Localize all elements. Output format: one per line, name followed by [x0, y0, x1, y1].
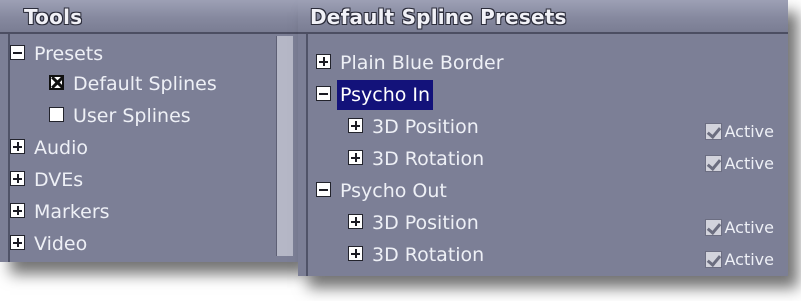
- expand-icon[interactable]: [10, 234, 25, 250]
- tree-item-markers[interactable]: Markers: [10, 196, 110, 226]
- active-label: Active: [724, 153, 775, 173]
- preset-item-3d-position[interactable]: 3D Position: [348, 207, 479, 237]
- checkmark-icon[interactable]: [704, 251, 722, 268]
- active-toggle[interactable]: Active: [704, 150, 775, 176]
- tree-guide-line: [306, 34, 308, 276]
- tree-item-label: User Splines: [73, 104, 191, 127]
- expand-icon[interactable]: [348, 117, 363, 133]
- collapse-icon[interactable]: [10, 44, 25, 60]
- tree-item-label: Markers: [34, 200, 110, 223]
- tree-item-label: Default Splines: [73, 72, 217, 95]
- tree-item-audio[interactable]: Audio: [10, 132, 88, 162]
- active-toggle[interactable]: Active: [704, 246, 775, 272]
- expand-icon[interactable]: [316, 53, 331, 69]
- checkmark-icon[interactable]: [704, 155, 722, 172]
- tools-panel: Tools Presets Default Splines User Splin…: [0, 0, 298, 262]
- preset-item-plain-blue-border[interactable]: Plain Blue Border: [316, 47, 504, 77]
- preset-item-label: Psycho In: [337, 79, 434, 110]
- preset-item-3d-rotation[interactable]: 3D Rotation: [348, 239, 484, 269]
- tree-item-video[interactable]: Video: [10, 228, 87, 258]
- expand-icon[interactable]: [348, 149, 363, 165]
- collapse-icon[interactable]: [316, 181, 331, 197]
- tree-item-label: Presets: [34, 42, 104, 65]
- tools-scrollbar[interactable]: [276, 36, 293, 256]
- collapse-icon[interactable]: [316, 85, 331, 101]
- checkmark-icon[interactable]: [704, 219, 722, 236]
- tree-item-presets[interactable]: Presets: [10, 38, 103, 68]
- expand-icon[interactable]: [10, 138, 25, 154]
- preset-item-label: Plain Blue Border: [340, 51, 504, 74]
- tools-panel-title: Tools: [0, 0, 298, 34]
- preset-item-label: 3D Position: [372, 211, 479, 234]
- active-toggle[interactable]: Active: [704, 214, 775, 240]
- expand-icon[interactable]: [10, 170, 25, 186]
- tree-item-dves[interactable]: DVEs: [10, 164, 83, 194]
- expand-icon[interactable]: [348, 245, 363, 261]
- presets-panel-title: Default Spline Presets: [298, 0, 788, 34]
- checkmark-icon[interactable]: [704, 123, 722, 140]
- preset-item-3d-position[interactable]: 3D Position: [348, 111, 479, 141]
- tree-item-label: Audio: [34, 136, 89, 159]
- tree-item-label: DVEs: [34, 168, 84, 191]
- checkbox-unchecked-icon[interactable]: [49, 106, 64, 122]
- active-label: Active: [724, 217, 775, 237]
- preset-item-label: 3D Rotation: [372, 243, 485, 266]
- preset-item-label: 3D Position: [372, 115, 479, 138]
- preset-item-psycho-in[interactable]: Psycho In: [316, 79, 434, 110]
- preset-item-label: 3D Rotation: [372, 147, 485, 170]
- tree-item-default-splines[interactable]: Default Splines: [49, 68, 217, 98]
- spline-presets-panel: Default Spline Presets Plain Blue Border…: [298, 0, 788, 276]
- checkbox-checked-icon[interactable]: [49, 74, 64, 90]
- preset-item-3d-rotation[interactable]: 3D Rotation: [348, 143, 484, 173]
- preset-item-label: Psycho Out: [340, 179, 447, 202]
- tree-item-user-splines[interactable]: User Splines: [49, 100, 191, 130]
- tree-item-label: Video: [34, 232, 88, 255]
- expand-icon[interactable]: [10, 202, 25, 218]
- active-toggle[interactable]: Active: [704, 118, 775, 144]
- active-label: Active: [724, 249, 775, 269]
- expand-icon[interactable]: [348, 213, 363, 229]
- preset-item-psycho-out[interactable]: Psycho Out: [316, 175, 447, 205]
- active-label: Active: [724, 121, 775, 141]
